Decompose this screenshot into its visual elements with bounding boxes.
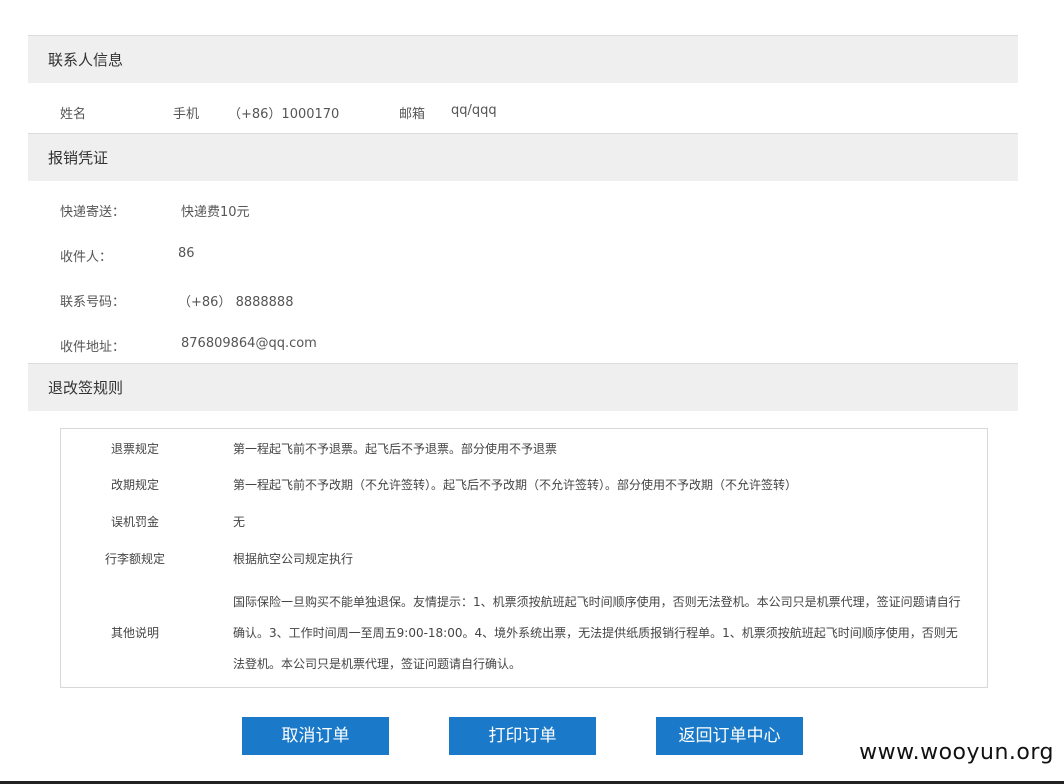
other-notes-label: 其他说明: [110, 626, 159, 640]
contact-section-header: 联系人信息: [28, 35, 1018, 83]
baggage-rule-value: 根据航空公司规定执行: [233, 552, 354, 566]
noshow-penalty-value: 无: [233, 515, 246, 529]
print-order-button[interactable]: 打印订单: [449, 717, 596, 755]
noshow-penalty-label: 误机罚金: [110, 515, 159, 529]
rules-section-header: 退改签规则: [28, 363, 1018, 411]
reimburse-section-header: 报销凭证: [28, 133, 1018, 181]
change-rule-label: 改期规定: [110, 478, 159, 492]
phone-label: 联系号码：: [60, 295, 126, 310]
reimburse-section-title: 报销凭证: [48, 149, 109, 167]
address-label: 收件地址：: [60, 340, 126, 355]
receiver-value: 86: [178, 246, 195, 261]
cancel-order-button[interactable]: 取消订单: [242, 717, 389, 755]
contact-email-value: qq/qqq: [451, 103, 497, 118]
delivery-value: 快递费10元: [181, 205, 250, 220]
contact-email-label: 邮箱: [399, 107, 426, 122]
refund-rule-label: 退票规定: [110, 442, 159, 456]
refund-rule-value: 第一程起飞前不予退票。起飞后不予退票。部分使用不予退票: [233, 442, 558, 456]
contact-phone-label: 手机: [173, 107, 200, 122]
rules-section-title: 退改签规则: [48, 379, 124, 397]
phone-value: （+86） 8888888: [178, 295, 294, 310]
receiver-label: 收件人：: [60, 250, 113, 265]
watermark-text: www.wooyun.org: [859, 740, 1054, 765]
other-notes-value: 国际保险一旦购买不能单独退保。友情提示：1、机票须按航班起飞时间顺序使用，否则无…: [233, 595, 961, 671]
contact-phone-value: （+86）1000170: [228, 107, 340, 122]
delivery-label: 快递寄送：: [60, 205, 126, 220]
baggage-rule-label: 行李额规定: [104, 552, 165, 566]
address-value: 876809864@qq.com: [181, 336, 317, 351]
change-rule-value: 第一程起飞前不予改期（不允许签转）。起飞后不予改期（不允许签转）。部分使用不予改…: [233, 478, 798, 492]
contact-name-label: 姓名: [60, 107, 87, 122]
rules-table: 退票规定 第一程起飞前不予退票。起飞后不予退票。部分使用不予退票 改期规定 第一…: [60, 428, 988, 688]
back-to-orders-button[interactable]: 返回订单中心: [656, 717, 803, 755]
contact-section-title: 联系人信息: [48, 51, 124, 69]
